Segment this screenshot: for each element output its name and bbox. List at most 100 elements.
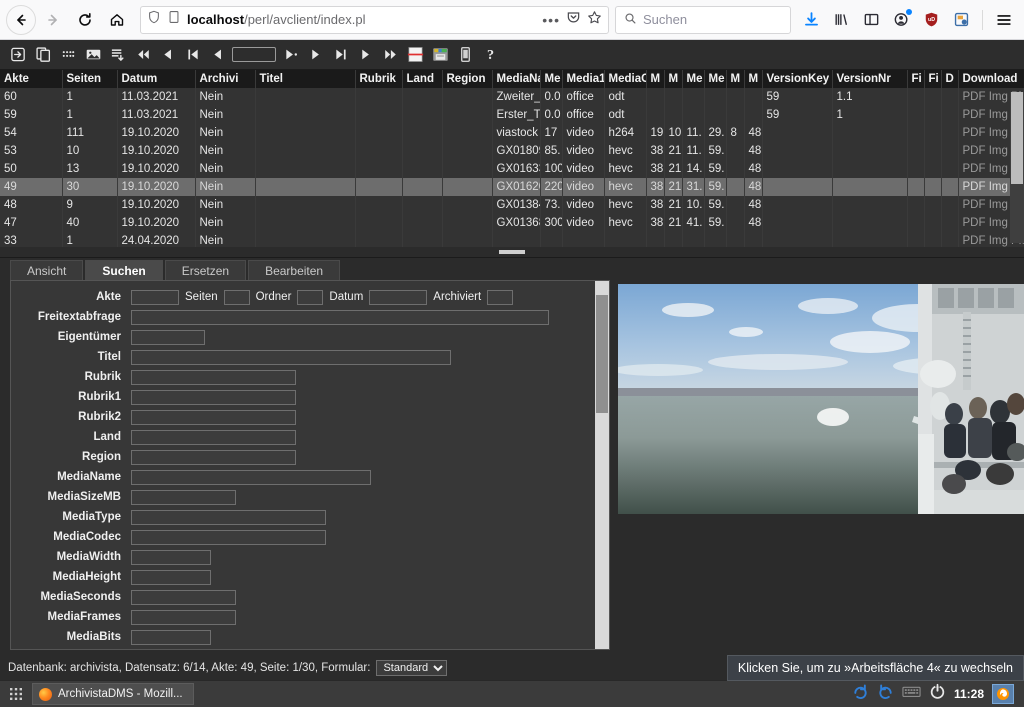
input-mediasizemb[interactable] (131, 490, 236, 505)
redo-icon[interactable] (852, 683, 869, 705)
table-row[interactable]: 48919.10.2020NeinGX0138473.videohevc3821… (0, 196, 1024, 214)
tab-suchen[interactable]: Suchen (85, 260, 162, 280)
column-header[interactable]: M (646, 70, 664, 88)
copy-icon[interactable] (31, 43, 55, 67)
tab-ersetzen[interactable]: Ersetzen (165, 260, 246, 280)
form-select[interactable]: Standard (376, 660, 447, 676)
prev-record-icon[interactable] (156, 43, 180, 67)
tray-firefox-icon[interactable] (992, 684, 1014, 704)
table-row[interactable]: 501319.10.2020NeinGX01633100videohevc382… (0, 160, 1024, 178)
undo-icon[interactable] (877, 683, 894, 705)
column-header[interactable]: Media1 (562, 70, 604, 88)
column-header[interactable]: Me (540, 70, 562, 88)
input-rubrik[interactable] (131, 370, 296, 385)
back-arrow-icon[interactable] (6, 5, 36, 35)
apps-grid-icon[interactable] (6, 684, 26, 704)
download-icon[interactable] (797, 6, 825, 34)
input-mediaseconds[interactable] (131, 590, 236, 605)
last-record-icon[interactable] (328, 43, 352, 67)
tab-bearbeiten[interactable]: Bearbeiten (248, 260, 340, 280)
table-row[interactable]: 531019.10.2020NeinGX0180985.videohevc382… (0, 142, 1024, 160)
power-icon[interactable] (929, 683, 946, 705)
hamburger-menu-icon[interactable] (990, 6, 1018, 34)
document-preview-image[interactable] (618, 284, 1024, 514)
table-row[interactable]: 474019.10.2020NeinGX01368300videohevc382… (0, 214, 1024, 232)
input-mediaheight[interactable] (131, 570, 211, 585)
input-eigentümer[interactable] (131, 330, 205, 345)
column-header[interactable]: VersionNr (832, 70, 907, 88)
column-header[interactable]: Fi (924, 70, 941, 88)
input-freitextabfrage[interactable] (131, 310, 549, 325)
column-header[interactable]: Download (958, 70, 1024, 88)
input-mediacodec[interactable] (131, 530, 326, 545)
input-land[interactable] (131, 430, 296, 445)
sidebar-icon[interactable] (857, 6, 885, 34)
library-icon[interactable] (827, 6, 855, 34)
page-number-field[interactable] (231, 43, 277, 67)
column-header[interactable]: Akte (0, 70, 62, 88)
input-rubrik2[interactable] (131, 410, 296, 425)
form-vertical-scrollbar[interactable] (595, 281, 609, 649)
table-row[interactable]: 59111.03.2021NeinErster_T0.0officeodt591… (0, 106, 1024, 124)
tab-ansicht[interactable]: Ansicht (10, 260, 83, 280)
star-icon[interactable] (587, 10, 602, 30)
form-scrollbar-thumb[interactable] (596, 295, 608, 413)
import-icon[interactable] (106, 43, 130, 67)
input-seiten[interactable] (224, 290, 250, 305)
save-icon[interactable] (428, 43, 452, 67)
account-icon[interactable] (887, 6, 915, 34)
records-table[interactable]: AkteSeitenDatumArchiviTitelRubrikLandReg… (0, 70, 1024, 258)
shield-icon[interactable] (147, 10, 161, 29)
column-header[interactable]: D (941, 70, 958, 88)
input-mediabits[interactable] (131, 630, 211, 645)
column-header[interactable]: Me (704, 70, 726, 88)
column-header[interactable]: Land (402, 70, 442, 88)
column-header[interactable]: VersionKey (762, 70, 832, 88)
column-header[interactable]: Fi (907, 70, 924, 88)
pocket-icon[interactable] (566, 10, 581, 30)
table-row[interactable]: 5411119.10.2020Neinviastock17videoh26419… (0, 124, 1024, 142)
input-archiviert[interactable] (487, 290, 513, 305)
mobile-icon[interactable] (453, 43, 477, 67)
pane-splitter[interactable] (0, 247, 1024, 257)
input-medianame[interactable] (131, 470, 371, 485)
grid-dots-icon[interactable] (56, 43, 80, 67)
taskbar-window-button[interactable]: ArchivistaDMS - Mozill... (32, 683, 194, 705)
table-row[interactable]: 60111.03.2021NeinZweiter_0.0officeodt591… (0, 88, 1024, 106)
input-mediawidth[interactable] (131, 550, 211, 565)
last-page-icon[interactable] (378, 43, 402, 67)
search-input[interactable]: Suchen (615, 6, 791, 34)
ellipsis-icon[interactable]: ••• (542, 12, 560, 28)
input-region[interactable] (131, 450, 296, 465)
table-row[interactable]: 493019.10.2020NeinGX01620220videohevc382… (0, 178, 1024, 196)
image-icon[interactable] (81, 43, 105, 67)
column-header[interactable]: MediaC (604, 70, 646, 88)
column-header[interactable]: Rubrik (355, 70, 402, 88)
delete-page-icon[interactable] (403, 43, 427, 67)
reload-icon[interactable] (70, 5, 100, 35)
input-mediaframes[interactable] (131, 610, 236, 625)
next-record-icon[interactable] (303, 43, 327, 67)
first-record-icon[interactable] (181, 43, 205, 67)
help-icon[interactable]: ? (478, 43, 502, 67)
page-icon[interactable] (167, 10, 181, 29)
column-header[interactable]: M (726, 70, 744, 88)
input-ordner[interactable] (297, 290, 323, 305)
column-header[interactable]: MediaNa (492, 70, 540, 88)
ublock-shield-icon[interactable]: uD (917, 6, 945, 34)
forward-arrow-icon[interactable] (38, 5, 68, 35)
input-datum[interactable] (369, 290, 427, 305)
input-rubrik1[interactable] (131, 390, 296, 405)
play-icon[interactable] (353, 43, 377, 67)
input-titel[interactable] (131, 350, 451, 365)
column-header[interactable]: Seiten (62, 70, 117, 88)
scrollbar-thumb[interactable] (1011, 92, 1023, 184)
extension-icon[interactable] (947, 6, 975, 34)
prev-page-icon[interactable] (206, 43, 230, 67)
table-vertical-scrollbar[interactable] (1010, 92, 1024, 243)
home-icon[interactable] (102, 5, 132, 35)
column-header[interactable]: M (664, 70, 682, 88)
column-header[interactable]: M (744, 70, 762, 88)
next-page-icon[interactable] (278, 43, 302, 67)
input-mediatype[interactable] (131, 510, 326, 525)
